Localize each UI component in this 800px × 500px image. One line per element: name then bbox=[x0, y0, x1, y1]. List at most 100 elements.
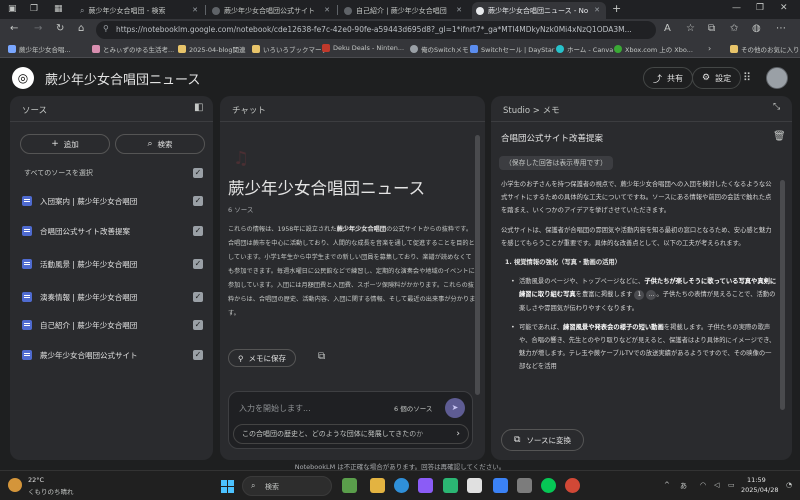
bookmark-item[interactable]: とみぃずのゆる生活考... bbox=[92, 44, 174, 54]
more-citations-icon[interactable]: … bbox=[646, 290, 657, 301]
bookmark-item[interactable]: Xbox.com 上の Xbo... bbox=[614, 44, 693, 54]
clock-time[interactable]: 11:59 bbox=[747, 476, 766, 484]
read-aloud-icon[interactable]: A bbox=[664, 23, 671, 34]
notification-bell-icon[interactable]: ◔ bbox=[786, 481, 792, 489]
source-item[interactable]: 自己紹介 | 蕨少年少女合唱団 ✓ bbox=[22, 318, 203, 334]
tab-groups-icon[interactable]: ❐ bbox=[30, 4, 38, 14]
document-icon bbox=[22, 350, 32, 360]
bookmark-folder[interactable]: 2025-04-blog関連 bbox=[178, 44, 246, 54]
clock-date[interactable]: 2025/04/28 bbox=[741, 486, 778, 494]
copy-icon[interactable]: ⧉ bbox=[318, 351, 325, 362]
app-icon[interactable] bbox=[517, 478, 532, 493]
chat-input[interactable] bbox=[239, 400, 389, 416]
tab-search-icon[interactable]: ▦ bbox=[54, 4, 63, 14]
source-item[interactable]: 入団案内 | 蕨少年少女合唱団 ✓ bbox=[22, 194, 203, 210]
source-checkbox[interactable]: ✓ bbox=[193, 196, 203, 206]
trash-icon[interactable]: 🗑 bbox=[773, 131, 786, 142]
send-button[interactable]: ➤ bbox=[445, 398, 465, 418]
bookmark-item[interactable]: 蕨少年少女合唱... bbox=[8, 44, 71, 54]
maximize-icon[interactable]: ❐ bbox=[756, 3, 764, 13]
source-checkbox[interactable]: ✓ bbox=[193, 320, 203, 330]
collapse-panel-icon[interactable]: ◧ bbox=[194, 102, 203, 113]
app-icon[interactable] bbox=[467, 478, 482, 493]
select-all-checkbox[interactable]: ✓ bbox=[193, 168, 203, 178]
tab-official-site[interactable]: 蕨少年少女合唱団公式サイト ✕ bbox=[208, 2, 336, 19]
tab-profile[interactable]: 自己紹介 | 蕨少年少女合唱団 ✕ bbox=[340, 2, 468, 19]
volume-icon[interactable]: ◁ bbox=[714, 481, 719, 489]
windows-start-icon[interactable] bbox=[221, 480, 234, 493]
new-tab-icon[interactable]: + bbox=[612, 2, 621, 15]
source-item[interactable]: 活動風景 | 蕨少年少女合唱団 ✓ bbox=[22, 257, 203, 273]
app-icon[interactable] bbox=[493, 478, 508, 493]
close-icon[interactable]: ✕ bbox=[324, 6, 330, 14]
tab-search[interactable]: ⌕ 蕨少年少女合唱団 - 検索 ✕ bbox=[76, 2, 204, 19]
weather-icon[interactable] bbox=[8, 478, 22, 492]
wifi-icon[interactable]: ◠ bbox=[700, 481, 706, 489]
widgets-app-icon[interactable] bbox=[342, 478, 357, 493]
close-icon[interactable]: ✕ bbox=[456, 6, 462, 14]
bookmark-item[interactable]: ホーム - Canva bbox=[556, 44, 613, 54]
share-icon: ⤴ bbox=[653, 74, 663, 85]
app-icon[interactable] bbox=[565, 478, 580, 493]
source-item[interactable]: 演奏情報 | 蕨少年少女合唱団 ✓ bbox=[22, 290, 203, 306]
chevron-right-icon[interactable]: › bbox=[708, 44, 711, 53]
source-checkbox[interactable]: ✓ bbox=[193, 350, 203, 360]
ime-indicator[interactable]: あ bbox=[680, 481, 687, 491]
bookmark-item[interactable]: Switchセール | DayStar bbox=[470, 44, 554, 54]
forward-icon[interactable]: → bbox=[34, 23, 42, 34]
share-button[interactable]: ⤴ 共有 bbox=[643, 67, 694, 89]
app-icon[interactable] bbox=[418, 478, 433, 493]
close-icon[interactable]: ✕ bbox=[594, 6, 600, 14]
other-favorites-folder[interactable]: その他のお気に入り bbox=[730, 44, 800, 54]
line-app-icon[interactable] bbox=[541, 478, 556, 493]
citation-badge[interactable]: 1 bbox=[634, 290, 645, 301]
settings-button[interactable]: ⚙ 設定 bbox=[692, 67, 742, 89]
studio-scrollbar[interactable] bbox=[780, 180, 785, 410]
address-bar[interactable]: ⚲ https://notebooklm.google.com/notebook… bbox=[96, 21, 656, 39]
site-info-icon[interactable]: ⚲ bbox=[103, 24, 109, 33]
weather-description[interactable]: くもりのち晴れ bbox=[28, 486, 74, 496]
bookmark-folder[interactable]: いろいろブックマーク bbox=[252, 44, 328, 54]
home-icon[interactable]: ⌂ bbox=[78, 23, 84, 34]
apps-grid-icon[interactable]: ⠿ bbox=[743, 71, 751, 84]
chevron-right-icon[interactable]: › bbox=[456, 425, 460, 443]
reload-icon[interactable]: ↻ bbox=[56, 23, 64, 34]
source-checkbox[interactable]: ✓ bbox=[193, 226, 203, 236]
close-icon[interactable]: ✕ bbox=[192, 6, 198, 14]
taskbar-search[interactable]: ⌕ 検索 bbox=[242, 476, 332, 496]
minimize-icon[interactable]: — bbox=[732, 3, 741, 13]
profile-icon[interactable]: ◍ bbox=[752, 23, 761, 34]
chat-scrollbar[interactable] bbox=[475, 135, 480, 395]
back-icon[interactable]: ← bbox=[10, 23, 18, 34]
bookmark-item[interactable]: Deku Deals - Ninten... bbox=[322, 44, 404, 52]
browser-menu-icon[interactable]: ▣ bbox=[8, 4, 17, 14]
source-item[interactable]: 蕨少年少女合唱団公式サイト ✓ bbox=[22, 348, 203, 364]
app-icon[interactable] bbox=[443, 478, 458, 493]
source-item[interactable]: 合唱団公式サイト改善提案 ✓ bbox=[22, 224, 203, 240]
more-icon[interactable]: ⋯ bbox=[776, 23, 786, 34]
notebook-title[interactable]: 蕨少年少女合唱団ニュース bbox=[45, 69, 200, 88]
tray-chevron-icon[interactable]: ^ bbox=[664, 481, 670, 489]
weather-temperature[interactable]: 22°C bbox=[28, 476, 44, 484]
edge-browser-icon[interactable] bbox=[394, 478, 409, 493]
add-source-button[interactable]: + 追加 bbox=[20, 134, 110, 154]
suggested-question[interactable]: この合唱団の歴史と、どのような団体に発展してきたのか › bbox=[233, 424, 469, 444]
tab-notebooklm[interactable]: 蕨少年少女合唱団ニュース - Notebo ✕ bbox=[472, 2, 606, 19]
source-checkbox[interactable]: ✓ bbox=[193, 292, 203, 302]
extensions-icon[interactable]: ⧉ bbox=[708, 23, 715, 34]
source-checkbox[interactable]: ✓ bbox=[193, 259, 203, 269]
document-icon bbox=[22, 196, 32, 206]
window-close-icon[interactable]: ✕ bbox=[780, 3, 788, 13]
battery-icon[interactable]: ▭ bbox=[728, 481, 735, 489]
favorites-icon[interactable]: ✩ bbox=[730, 23, 738, 34]
collapse-icon[interactable]: ⤡ bbox=[773, 102, 780, 112]
save-to-note-button[interactable]: ⚲ メモに保存 bbox=[228, 349, 296, 367]
bookmark-item[interactable]: 俺のSwitchメモ bbox=[410, 44, 469, 54]
file-explorer-icon[interactable] bbox=[370, 478, 385, 493]
notebooklm-logo-icon[interactable]: ◎ bbox=[12, 67, 34, 89]
avatar[interactable] bbox=[766, 67, 788, 89]
convert-to-source-button[interactable]: ⧉ ソースに変換 bbox=[501, 429, 585, 451]
favorite-star-icon[interactable]: ☆ bbox=[686, 23, 695, 34]
search-source-button[interactable]: ⌕ 検索 bbox=[115, 134, 205, 154]
studio-breadcrumb[interactable]: Studio > メモ bbox=[503, 104, 560, 116]
